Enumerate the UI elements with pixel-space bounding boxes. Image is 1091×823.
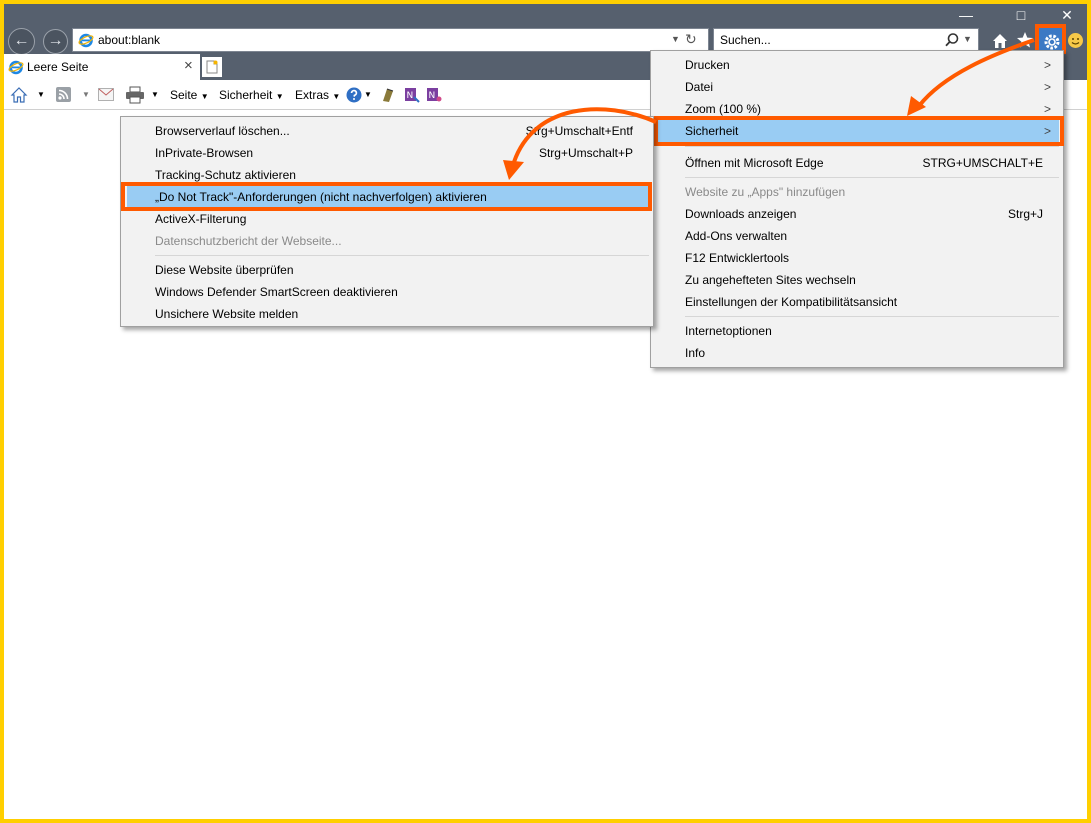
arrow-gear-to-sicherheit xyxy=(917,38,1035,108)
annotation-arrows xyxy=(503,38,1035,180)
arrow-head-dnt xyxy=(503,160,524,180)
screenshot-frame: — □ ✕ ← → about:blank ▼ ↻ Suchen... ▼ Le… xyxy=(0,0,1091,823)
arrow-sicherheit-to-dnt xyxy=(512,107,657,163)
